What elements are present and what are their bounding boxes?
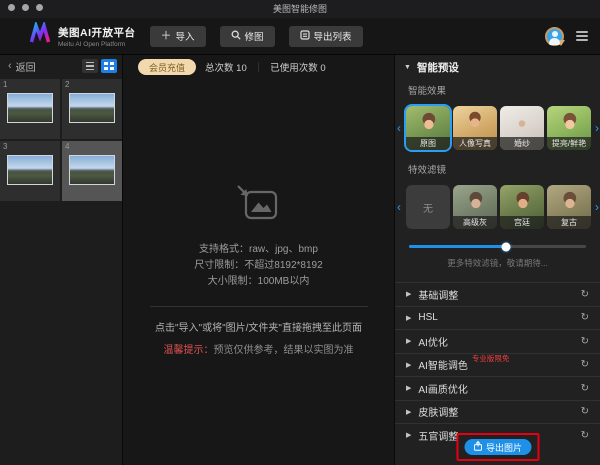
brand-name: 美图AI开放平台	[58, 25, 136, 40]
export-icon	[473, 441, 482, 453]
filter-advanced-gray[interactable]: 高级灰	[453, 185, 497, 229]
effect-wedding[interactable]: 婚纱	[500, 106, 544, 150]
close-button[interactable]	[8, 4, 15, 11]
chevron-down-icon: ▼	[404, 64, 411, 71]
brand: 美图AI开放平台 Meitu AI Open Platform	[28, 22, 136, 51]
pro-free-badge: 专业版限免	[472, 353, 510, 364]
vip-badge-icon	[557, 40, 565, 46]
adjustment-panel: ▼ 智能预设 智能效果 ‹ 原图 人像写真 婚纱 提亮/鲜艳 ›	[394, 55, 600, 465]
filter-slider-handle[interactable]	[502, 242, 511, 251]
titlebar: 美图智能修图	[0, 0, 600, 18]
filter-intensity-slider[interactable]	[409, 245, 586, 248]
user-avatar[interactable]	[545, 27, 564, 46]
list-view-button[interactable]	[82, 59, 98, 73]
back-button[interactable]: ‹ 返回	[8, 59, 36, 74]
menu-icon[interactable]	[576, 31, 588, 41]
image-thumbnail-1[interactable]: 1	[0, 79, 60, 139]
reset-icon[interactable]: ↻	[581, 406, 589, 417]
export-image-button[interactable]: 导出图片	[464, 439, 531, 455]
group-photo	[7, 93, 53, 123]
meitu-logo-icon	[28, 22, 52, 51]
supported-formats: 支持格式：raw、jpg、bmp	[123, 242, 394, 258]
filter-none[interactable]: 无	[406, 185, 450, 229]
scroll-left-icon[interactable]: ‹	[397, 121, 401, 135]
thumbnail-grid: 1 2 3 4	[0, 79, 122, 201]
minimize-button[interactable]	[22, 4, 29, 11]
app-window: 美图智能修图 美图AI开放平台 Meitu AI Open Platform ＋…	[0, 0, 600, 465]
section-ai-color[interactable]: ▶ AI智能调色专业版限免 ↻	[395, 353, 600, 377]
chevron-right-icon: ▶	[406, 431, 411, 439]
import-button[interactable]: ＋ 导入	[150, 26, 206, 47]
dimension-limit: 尺寸限制：不超过8192*8192	[123, 258, 394, 274]
smart-effects-row: ‹ 原图 人像写真 婚纱 提亮/鲜艳 ›	[395, 104, 600, 152]
adjustment-sections: ▶ 基础调整 ↻ ▶ HSL ↻ ▶ AI优化 ↻ ▶ AI智能调色专业版限免	[395, 282, 600, 447]
reset-icon[interactable]: ↻	[581, 336, 589, 347]
group-photo	[69, 155, 115, 185]
image-thumbnail-3[interactable]: 3	[0, 141, 60, 201]
filters-label: 特效滤镜	[408, 162, 600, 176]
chevron-right-icon: ▶	[406, 384, 411, 392]
zoom-button[interactable]	[36, 4, 43, 11]
chevron-right-icon: ▶	[406, 314, 411, 322]
brand-subtitle: Meitu AI Open Platform	[58, 41, 136, 48]
image-list-sidebar: ‹ 返回 1 2	[0, 55, 123, 465]
more-filters-note: 更多特效滤镜，敬请期待...	[395, 257, 600, 269]
window-title: 美图智能修图	[0, 0, 600, 18]
filters-row: ‹ 无 高级灰 宫廷 复古 ›	[395, 183, 600, 231]
member-recharge-button[interactable]: 会员充值	[138, 59, 196, 75]
divider	[150, 306, 368, 307]
plus-icon: ＋	[161, 31, 172, 42]
chevron-right-icon: ▶	[406, 290, 411, 298]
effect-brighten[interactable]: 提亮/鲜艳	[547, 106, 591, 150]
filter-slider-fill	[409, 245, 506, 248]
reset-icon[interactable]: ↻	[581, 430, 589, 441]
section-ai-quality[interactable]: ▶ AI画质优化 ↻	[395, 376, 600, 400]
scroll-right-icon[interactable]: ›	[595, 121, 599, 135]
list-box-icon	[300, 30, 310, 43]
import-hint: 点击"导入"或将"图片/文件夹"直接拖拽至此页面	[123, 319, 394, 334]
grid-view-button[interactable]	[101, 59, 117, 73]
traffic-lights	[8, 4, 43, 11]
group-photo	[69, 93, 115, 123]
smart-preset-header[interactable]: ▼ 智能预设	[395, 55, 600, 79]
scroll-left-icon[interactable]: ‹	[397, 200, 401, 214]
reset-icon[interactable]: ↻	[581, 289, 589, 300]
image-dropzone[interactable]: 支持格式：raw、jpg、bmp 尺寸限制：不超过8192*8192 大小限制：…	[123, 185, 394, 356]
warm-tip: 温馨提示：预览仅供参考，结果以实图为准	[123, 341, 394, 356]
export-list-button[interactable]: 导出列表	[289, 26, 363, 47]
reset-icon[interactable]: ↻	[581, 312, 589, 323]
chevron-right-icon: ▶	[406, 408, 411, 416]
section-skin-adjust[interactable]: ▶ 皮肤调整 ↻	[395, 400, 600, 424]
filesize-limit: 大小限制：100MB以内	[123, 274, 394, 290]
list-icon	[86, 62, 94, 70]
app-header: 美图AI开放平台 Meitu AI Open Platform ＋ 导入 修图 …	[0, 18, 600, 55]
image-thumbnail-4[interactable]: 4	[62, 141, 122, 201]
retouch-button[interactable]: 修图	[220, 26, 275, 47]
scroll-right-icon[interactable]: ›	[595, 200, 599, 214]
chevron-right-icon: ▶	[406, 337, 411, 345]
magnifier-icon	[231, 30, 241, 43]
chevron-left-icon: ‹	[8, 60, 12, 72]
effect-portrait[interactable]: 人像写真	[453, 106, 497, 150]
grid-icon	[104, 62, 114, 71]
red-highlight-box: 导出图片	[456, 433, 539, 461]
section-ai-optimize[interactable]: ▶ AI优化 ↻	[395, 329, 600, 353]
image-thumbnail-2[interactable]: 2	[62, 79, 122, 139]
smart-effects-label: 智能效果	[408, 83, 600, 97]
group-photo	[7, 155, 53, 185]
reset-icon[interactable]: ↻	[581, 383, 589, 394]
section-basic-adjust[interactable]: ▶ 基础调整 ↻	[395, 282, 600, 306]
section-hsl[interactable]: ▶ HSL ↻	[395, 306, 600, 330]
total-count: 总次数 10	[205, 60, 247, 74]
filter-court[interactable]: 宫廷	[500, 185, 544, 229]
filter-retro[interactable]: 复古	[547, 185, 591, 229]
reset-icon[interactable]: ↻	[581, 359, 589, 370]
used-count: 已使用次数 0	[270, 60, 325, 74]
image-import-icon	[123, 185, 394, 228]
workspace: 会员充值 总次数 10 ｜ 已使用次数 0 支持格式：raw、jpg、bmp	[123, 55, 394, 465]
chevron-right-icon: ▶	[406, 361, 411, 369]
effect-original[interactable]: 原图	[406, 106, 450, 150]
